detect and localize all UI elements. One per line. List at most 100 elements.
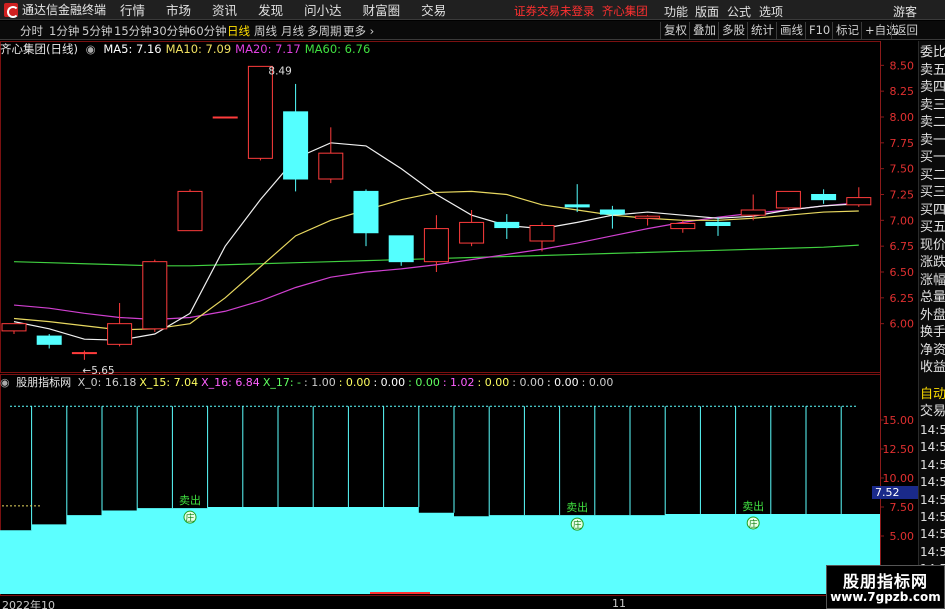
menu-item-news[interactable]: 资讯 xyxy=(212,0,237,19)
sidebar-item[interactable]: 涨跌 xyxy=(920,253,945,272)
indicator-tick-label: 10.00 xyxy=(883,472,915,485)
indicator-name: 股朋指标网 xyxy=(16,376,72,389)
menu-item-function[interactable]: 功能 xyxy=(664,3,688,20)
sidebar-time-item: 14:56 xyxy=(920,527,945,542)
sidebar-item[interactable]: 换手 xyxy=(920,323,945,342)
menu-item-discover[interactable]: 发现 xyxy=(258,0,283,19)
sidebar-item[interactable]: 收益 xyxy=(920,358,945,377)
sidebar-item[interactable]: 外盘 xyxy=(920,306,945,325)
menu-item-quotes[interactable]: 行情 xyxy=(120,0,145,19)
candle-body xyxy=(705,221,731,226)
menu-item-ask[interactable]: 问小达 xyxy=(304,0,342,19)
menu-item-wealth[interactable]: 财富圈 xyxy=(363,0,401,19)
chevron-right-icon: › xyxy=(366,24,375,38)
period-weekly[interactable]: 周线 xyxy=(254,23,277,39)
period-5min[interactable]: 5分钟 xyxy=(82,23,112,39)
period-daily[interactable]: 日线 xyxy=(227,23,250,39)
sidebar-item[interactable]: 卖三 xyxy=(920,96,945,115)
sidebar-item[interactable]: 买五 xyxy=(920,218,945,237)
sidebar-time-item: 14:56 xyxy=(920,544,945,559)
indicator-value-item: : 0.00 xyxy=(581,376,614,389)
indicator-value-item: X_0: 16.18 xyxy=(77,376,137,389)
ma-legend-item: MA10: 7.09 xyxy=(165,42,232,56)
candle-body xyxy=(494,221,520,229)
candle-body xyxy=(388,235,414,263)
sidebar-item[interactable]: 卖二 xyxy=(920,113,945,132)
chart-frame xyxy=(0,41,881,373)
period-timeshare[interactable]: 分时 xyxy=(20,23,43,39)
menu-item-trade[interactable]: 交易 xyxy=(421,0,446,19)
indicator-chart[interactable]: 卖出庄 卖出庄 卖出庄 15.00 12.50 10.00 7.50 5.00 xyxy=(0,374,918,596)
sidebar-item[interactable]: 现价 xyxy=(920,236,945,255)
right-sidebar: 委比 卖五 卖四 卖三 卖二 卖一 买一 买二 买三 买四 买五 现价 涨跌 涨幅 总量 外盘 换手 净资 收益 自动… xyxy=(918,41,945,609)
period-30min[interactable]: 30分钟 xyxy=(152,23,190,39)
indicator-tick-label: 12.50 xyxy=(883,443,915,456)
menu-item-layout[interactable]: 版面 xyxy=(695,3,719,20)
sidebar-item[interactable]: 委比 xyxy=(920,43,945,62)
sidebar-item[interactable]: 卖五 xyxy=(920,61,945,80)
indicator-value-item: X_15: 7.04 xyxy=(139,376,199,389)
date-label-month: 11 xyxy=(612,597,626,609)
sidebar-item[interactable]: 买一 xyxy=(920,148,945,167)
date-label-start: 2022年10 xyxy=(2,599,55,609)
sidebar-item[interactable]: 总量 xyxy=(920,288,945,307)
period-60min[interactable]: 60分钟 xyxy=(189,23,227,39)
period-multi[interactable]: 多周期 xyxy=(307,23,342,39)
kline-chart[interactable]: 8.50 8.25 8.00 7.75 7.50 7.25 7.00 6.75 6.50 6.25… xyxy=(0,41,918,374)
menu-item-guest[interactable]: 游客 xyxy=(893,3,917,20)
adjust-button[interactable]: 复权 xyxy=(660,22,690,39)
ma-legend-item: MA5: 7.16 xyxy=(103,42,162,56)
back-button[interactable]: 返回 xyxy=(891,22,921,39)
y-tick-label: 7.25 xyxy=(890,189,915,202)
candle-body xyxy=(107,323,133,345)
candle-body xyxy=(1,323,27,332)
high-price-label: 8.49 xyxy=(268,65,291,77)
candle-body xyxy=(247,65,273,159)
indicator-value-item: : 1.00 xyxy=(304,376,336,389)
sidebar-item[interactable]: 涨幅 xyxy=(920,271,945,290)
candle-body xyxy=(529,225,555,242)
ma-legend-item: MA60: 6.76 xyxy=(304,42,371,56)
sidebar-trade-button[interactable]: 交易 xyxy=(920,402,945,421)
candle-body xyxy=(353,190,379,234)
ma-legend: MA5: 7.16 MA10: 7.09 MA20: 7.17 MA60: 6.76 xyxy=(103,42,374,56)
login-status[interactable]: 证券交易未登录 齐心集团 xyxy=(514,3,648,19)
menu-item-market[interactable]: 市场 xyxy=(166,0,191,19)
candle-body xyxy=(459,221,485,244)
sidebar-time-item: 14:56 xyxy=(920,492,945,507)
indicator-value-item: : 1.02 xyxy=(442,376,475,389)
sidebar-item[interactable]: 买四 xyxy=(920,201,945,220)
watermark-url: www.7gpzb.com xyxy=(830,590,941,604)
y-tick-label: 6.75 xyxy=(890,240,915,253)
sidebar-item[interactable]: 净资 xyxy=(920,341,945,360)
period-1min[interactable]: 1分钟 xyxy=(49,23,79,39)
candle-body xyxy=(599,209,625,215)
candle-body xyxy=(142,261,168,330)
indicator-value-item: : 0.00 xyxy=(408,376,440,389)
indicator-dropdown-icon[interactable]: ◉ xyxy=(0,376,10,389)
overlay-button[interactable]: 叠加 xyxy=(689,22,719,39)
indicator-values: X_0: 16.18 X_15: 7.04 X_16: 6.84 X_17: -: 1… xyxy=(78,376,617,389)
sidebar-time-item: 14:56 xyxy=(920,475,945,490)
menu-bar: 通达信金融终端 行情 市场 资讯 发现 问小达 财富圈 交易 证券交易未登录 齐… xyxy=(0,0,945,20)
candle-body xyxy=(318,152,344,180)
menu-item-formula[interactable]: 公式 xyxy=(727,3,751,20)
watermark-title: 股朋指标网 xyxy=(842,572,928,591)
menu-item-options[interactable]: 选项 xyxy=(759,3,783,20)
sell-signal-label: 卖出 xyxy=(179,493,201,507)
sidebar-item[interactable]: 卖一 xyxy=(920,131,945,150)
multi-stock-button[interactable]: 多股 xyxy=(718,22,748,39)
sidebar-item[interactable]: 买三 xyxy=(920,183,945,202)
draw-line-button[interactable]: 画线 xyxy=(776,22,806,39)
dropdown-circle-icon[interactable]: ◉ xyxy=(86,42,96,56)
indicator-tick-label: 5.00 xyxy=(890,530,915,543)
stats-button[interactable]: 统计 xyxy=(747,22,777,39)
period-15min[interactable]: 15分钟 xyxy=(114,23,152,39)
f10-button[interactable]: F10 xyxy=(805,22,833,39)
sidebar-item[interactable]: 买二 xyxy=(920,166,945,185)
period-more[interactable]: 更多 › xyxy=(343,23,374,39)
period-monthly[interactable]: 月线 xyxy=(281,23,304,39)
sidebar-item[interactable]: 卖四 xyxy=(920,78,945,97)
indicator-value-item: : 0.00 xyxy=(512,376,544,389)
mark-button[interactable]: 标记 xyxy=(832,22,862,39)
